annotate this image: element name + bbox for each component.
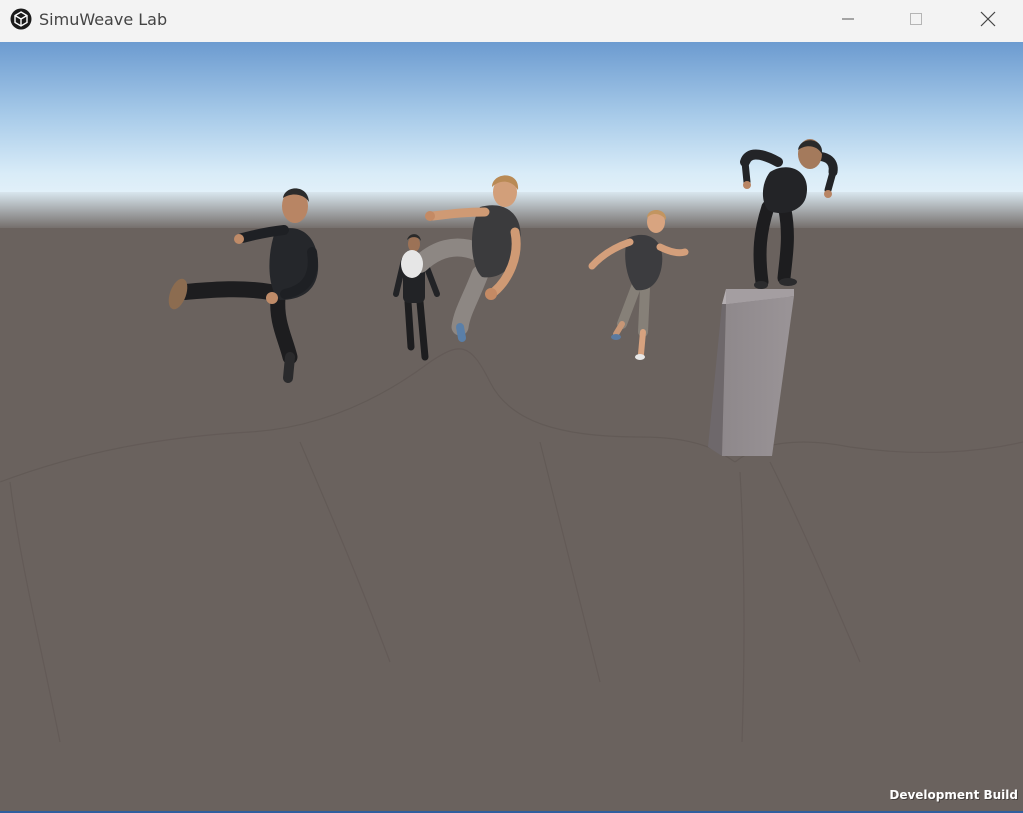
minimize-icon: [842, 18, 854, 20]
app-window: SimuWeave Lab Development Build: [0, 0, 1023, 811]
game-viewport[interactable]: Development Build: [0, 42, 1023, 811]
ground-plane: [0, 228, 1023, 811]
maximize-button[interactable]: [883, 0, 949, 38]
close-button[interactable]: [955, 0, 1021, 38]
title-bar[interactable]: SimuWeave Lab: [0, 0, 1023, 42]
maximize-icon: [910, 13, 922, 25]
development-build-label: Development Build: [889, 788, 1018, 802]
scene-3d: [0, 42, 1023, 811]
window-title: SimuWeave Lab: [39, 10, 168, 29]
minimize-button[interactable]: [815, 0, 881, 38]
close-icon: [980, 11, 996, 27]
unity-cube-icon: [10, 8, 32, 30]
